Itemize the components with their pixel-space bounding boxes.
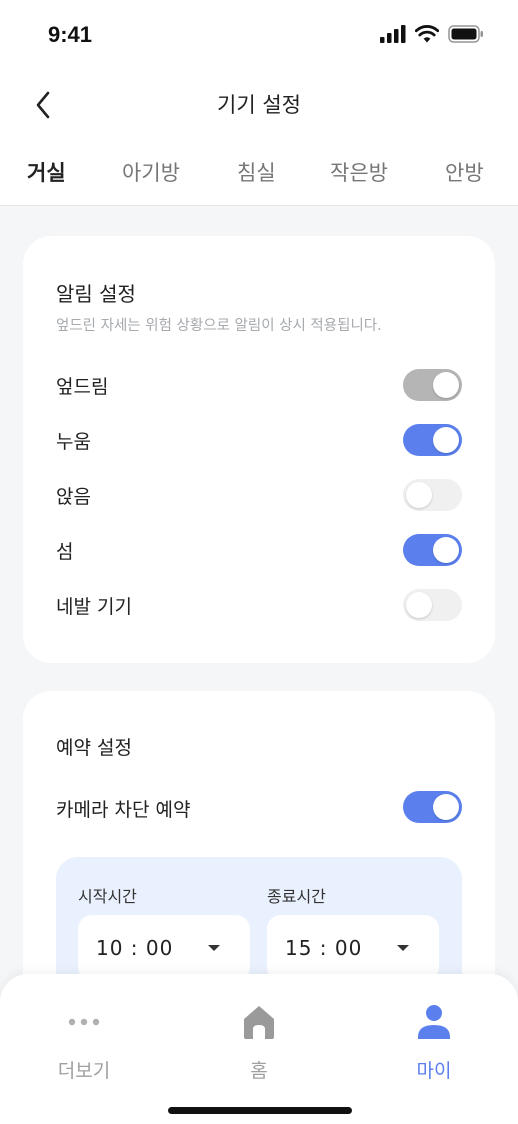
end-time-label: 종료시간: [267, 887, 326, 906]
nav-my[interactable]: 마이: [374, 974, 494, 1094]
alert-row-label-standing: 섬: [56, 541, 74, 563]
tab-living-room[interactable]: 거실: [27, 157, 66, 187]
alert-settings-title: 알림 설정: [56, 282, 136, 306]
tab-small-room[interactable]: 작은방: [330, 157, 388, 187]
header: 기기 설정: [0, 70, 518, 140]
camera-block-toggle[interactable]: [403, 791, 462, 823]
nav-more[interactable]: 더보기: [24, 974, 144, 1094]
alert-row-label-sitting: 앉음: [56, 486, 91, 508]
nav-home[interactable]: 홈: [199, 974, 319, 1094]
end-time-value: 15 : 00: [285, 936, 363, 960]
start-time-label: 시작시간: [78, 887, 137, 906]
toggle-knob: [406, 482, 432, 508]
caret-down-icon: [397, 945, 409, 951]
alert-row-label-prone: 엎드림: [56, 376, 109, 398]
prone-alert-toggle[interactable]: [403, 369, 462, 401]
alert-settings-subtitle: 엎드린 자세는 위험 상황으로 알림이 상시 적용됩니다.: [56, 318, 382, 334]
camera-block-label: 카메라 차단 예약: [56, 799, 191, 821]
tab-master-room[interactable]: 안방: [445, 157, 484, 187]
end-time-select[interactable]: 15 : 00: [267, 915, 439, 981]
room-tabs: 거실 아기방 침실 작은방 안방: [0, 140, 518, 206]
nav-more-label: 더보기: [57, 1060, 111, 1082]
toggle-knob: [433, 427, 459, 453]
crawling-alert-toggle[interactable]: [403, 589, 462, 621]
status-bar: 9:41: [0, 0, 518, 70]
nav-home-label: 홈: [250, 1060, 268, 1082]
toggle-knob: [433, 794, 459, 820]
bottom-nav: 더보기 홈 마이: [0, 974, 518, 1124]
home-indicator: [168, 1107, 352, 1114]
alert-row-label-crawling: 네발 기기: [56, 596, 132, 618]
wifi-icon: [415, 25, 439, 43]
alert-settings-card: 알림 설정 엎드린 자세는 위험 상황으로 알림이 상시 적용됩니다. 엎드림 …: [23, 236, 495, 663]
start-time-select[interactable]: 10 : 00: [78, 915, 250, 981]
tab-baby-room[interactable]: 아기방: [122, 157, 180, 187]
person-icon: [374, 1002, 494, 1042]
standing-alert-toggle[interactable]: [403, 534, 462, 566]
signal-icon: [380, 25, 406, 43]
caret-down-icon: [208, 945, 220, 951]
lying-alert-toggle[interactable]: [403, 424, 462, 456]
status-icons: [380, 25, 484, 43]
alert-row-label-lying: 누움: [56, 431, 91, 453]
toggle-knob: [433, 537, 459, 563]
home-icon: [199, 1002, 319, 1042]
schedule-settings-title: 예약 설정: [56, 737, 132, 759]
start-time-value: 10 : 00: [96, 936, 174, 960]
page-title: 기기 설정: [217, 93, 301, 117]
sitting-alert-toggle[interactable]: [403, 479, 462, 511]
tab-bedroom[interactable]: 침실: [237, 157, 276, 187]
toggle-knob: [433, 372, 459, 398]
battery-icon: [448, 25, 483, 43]
nav-my-label: 마이: [416, 1060, 452, 1082]
status-time: 9:41: [48, 22, 93, 47]
more-dots-icon: [24, 1002, 144, 1042]
toggle-knob: [406, 592, 432, 618]
